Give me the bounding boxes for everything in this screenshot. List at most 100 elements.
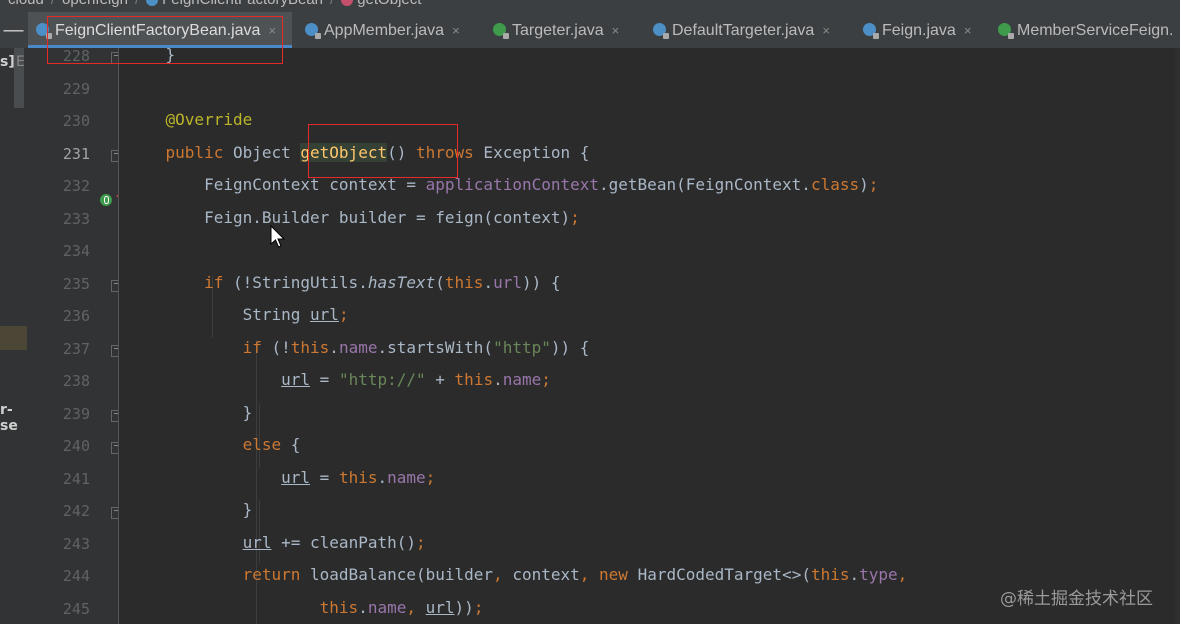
- code-token: Feign.Builder builder = feign(context): [127, 207, 571, 227]
- code-line[interactable]: url += cleanPath();: [127, 527, 426, 559]
- watermark: @稀土掘金技术社区: [1000, 589, 1153, 609]
- code-line[interactable]: url = "http://" + this.name;: [127, 364, 551, 396]
- code-token: .: [483, 272, 494, 292]
- code-token: )) {: [521, 272, 561, 292]
- tab-label: AppMember.java: [324, 22, 445, 39]
- code-token: String: [127, 305, 311, 324]
- breadcrumb-separator: /: [330, 0, 334, 8]
- code-line[interactable]: return loadBalance(builder, context, new…: [127, 559, 908, 591]
- tab-label: Feign.java: [882, 22, 956, 39]
- mouse-cursor-icon: [270, 225, 286, 248]
- line-number: 243: [62, 534, 90, 553]
- editor-scrollbar[interactable]: [1175, 48, 1180, 624]
- code-token: ;: [338, 305, 349, 324]
- code-token: FeignContext context =: [127, 175, 426, 194]
- panel-text-fragment: s]: [0, 54, 15, 70]
- code-line[interactable]: }: [127, 397, 253, 429]
- code-token: this: [810, 565, 850, 584]
- breadcrumb-item[interactable]: openfeign: [62, 0, 128, 8]
- code-token: if: [204, 272, 224, 292]
- code-token: += cleanPath(): [271, 532, 416, 552]
- interface-icon: [493, 23, 509, 39]
- breadcrumb-separator: /: [51, 0, 55, 8]
- code-token: ;: [570, 207, 580, 227]
- code-token: ,: [579, 565, 590, 584]
- breadcrumb: cloud / openfeign / FeignClientFactoryBean / g…: [0, 0, 1180, 12]
- code-line[interactable]: @Override: [127, 104, 253, 136]
- line-number: 230: [62, 112, 90, 130]
- close-icon[interactable]: ×: [964, 23, 972, 38]
- class-icon: [863, 23, 879, 39]
- code-token: .: [849, 565, 860, 584]
- method-icon: [341, 0, 354, 7]
- code-token: name: [338, 337, 378, 357]
- code-token: name: [367, 597, 407, 617]
- breadcrumb-item[interactable]: FeignClientFactoryBean: [162, 0, 323, 8]
- code-editor[interactable]: } @Override public Object getObject() th…: [119, 48, 1180, 624]
- code-line[interactable]: else {: [127, 429, 301, 461]
- close-icon[interactable]: ×: [612, 23, 620, 38]
- code-token: HardCodedTarget<>(: [627, 565, 811, 584]
- close-icon[interactable]: ×: [822, 23, 830, 38]
- override-icon[interactable]: [100, 194, 112, 206]
- minimize-icon[interactable]: —: [0, 12, 27, 48]
- breadcrumb-item[interactable]: cloud: [8, 0, 44, 8]
- close-icon[interactable]: ×: [268, 23, 276, 38]
- code-token: this: [444, 272, 484, 292]
- code-token: applicationContext: [425, 175, 600, 194]
- code-line[interactable]: if (!StringUtils.hasText(this.url)) {: [127, 267, 561, 299]
- class-icon: [653, 23, 669, 39]
- line-number: 245: [62, 599, 90, 618]
- code-token: return: [242, 565, 301, 584]
- line-number: 233: [62, 209, 90, 228]
- code-line[interactable]: }: [127, 494, 253, 526]
- code-token: class: [810, 175, 860, 194]
- code-token: ;: [473, 597, 484, 617]
- line-number: 228: [62, 47, 90, 65]
- tab-label: DefaultTargeter.java: [672, 22, 815, 39]
- code-line[interactable]: this.name, url));: [127, 592, 484, 624]
- code-token: public: [165, 142, 224, 162]
- tab-feignclientfactorybean[interactable]: FeignClientFactoryBean.java ×: [28, 12, 292, 48]
- line-number: 238: [62, 372, 90, 390]
- code-token: ;: [416, 532, 426, 552]
- breadcrumb-separator: /: [135, 0, 139, 8]
- code-token: .: [377, 467, 388, 487]
- code-token: (): [387, 142, 416, 162]
- editor-gutter[interactable]: ↑ 22822923023123223323423523623723823924…: [27, 47, 126, 624]
- code-line[interactable]: FeignContext context = applicationContex…: [127, 169, 878, 201]
- code-token: this: [319, 597, 359, 617]
- close-icon[interactable]: ×: [452, 23, 460, 38]
- code-token: url: [425, 597, 455, 617]
- code-token: getObject: [300, 142, 388, 162]
- code-line[interactable]: if (!this.name.startsWith("http")) {: [127, 332, 590, 364]
- code-token: {: [281, 435, 301, 454]
- tab-feign[interactable]: Feign.java ×: [855, 12, 985, 48]
- tab-targeter[interactable]: Targeter.java ×: [485, 12, 640, 48]
- code-token: url: [281, 467, 311, 487]
- code-line[interactable]: url = this.name;: [127, 462, 435, 494]
- breadcrumb-item[interactable]: getObject: [357, 0, 421, 8]
- code-token: )): [454, 597, 474, 617]
- code-token: ;: [425, 467, 436, 487]
- code-line[interactable]: public Object getObject() throws Excepti…: [127, 137, 589, 169]
- code-token: name: [387, 467, 426, 487]
- code-token: Exception {: [473, 142, 590, 162]
- code-token: ,: [406, 597, 416, 617]
- code-line[interactable]: String url;: [127, 299, 349, 331]
- tab-appmember[interactable]: AppMember.java ×: [297, 12, 477, 48]
- line-number: 235: [62, 274, 90, 293]
- code-token: (: [435, 272, 445, 292]
- code-line[interactable]: Feign.Builder builder = feign(context);: [127, 202, 580, 234]
- tab-memberservicefeign[interactable]: MemberServiceFeign.: [990, 12, 1180, 48]
- tab-defaulttargeter[interactable]: DefaultTargeter.java ×: [645, 12, 850, 48]
- line-number: 244: [62, 567, 90, 585]
- panel-text-fragment: r-se: [0, 402, 18, 434]
- code-line[interactable]: }: [127, 48, 176, 71]
- code-token: ,: [897, 565, 908, 584]
